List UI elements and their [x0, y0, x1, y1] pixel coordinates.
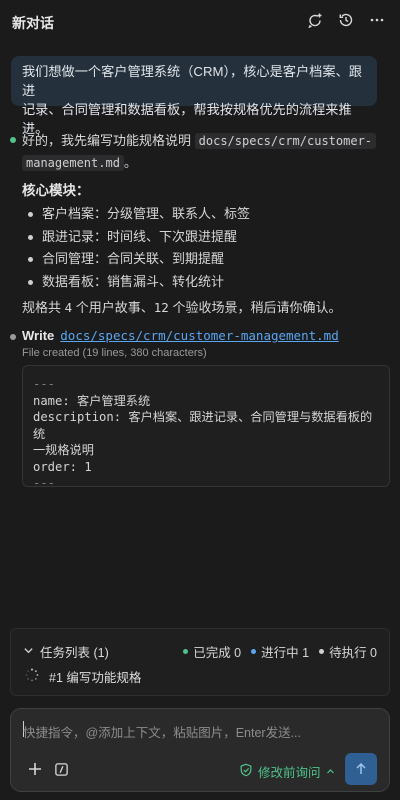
- task-item[interactable]: #1 编写功能规格: [25, 667, 141, 686]
- message-input[interactable]: 快捷指令，@添加上下文，粘贴图片，Enter发送...: [23, 722, 301, 741]
- task-list-title: 任务列表 (1): [40, 646, 109, 660]
- task-panel: 任务列表 (1) 已完成 0 进行中 1 待执行 0 #1 编写功能规格: [10, 628, 390, 696]
- history-icon[interactable]: [337, 11, 355, 29]
- stat-in-progress: 进行中 1: [251, 642, 309, 661]
- stat-in-progress-label: 进行中 1: [261, 646, 310, 660]
- modules-heading: 核心模块：: [22, 183, 90, 198]
- user-message-line: 我们想做一个客户管理系统（CRM），核心是客户档案、跟进: [22, 64, 362, 98]
- scenario-count: 12: [153, 300, 169, 315]
- code-line: ---: [33, 377, 56, 391]
- user-message: 我们想做一个客户管理系统（CRM），核心是客户档案、跟进 记录、合同管理和数据看…: [11, 56, 377, 136]
- header-actions: [306, 11, 386, 29]
- send-button[interactable]: [345, 753, 377, 785]
- command-button[interactable]: [51, 759, 71, 779]
- list-item: 合同管理：合同关联、到期提醒: [26, 248, 250, 271]
- code-line: 一规格说明: [33, 443, 94, 457]
- ask-mode-toggle[interactable]: 修改前询问: [239, 762, 335, 781]
- list-item: 数据看板：销售漏斗、转化统计: [26, 271, 250, 294]
- add-context-button[interactable]: [25, 759, 45, 779]
- code-line: name: 客户管理系统: [33, 393, 151, 408]
- list-item: 跟进记录：时间线、下次跟进提醒: [26, 226, 250, 249]
- inline-code-path: docs/specs/crm/customer-: [194, 133, 377, 149]
- stat-pending: 待执行 0: [319, 642, 377, 661]
- intro-text: 好的，我先编写功能规格说明: [22, 133, 192, 148]
- code-line: description: 客户档案、跟进记录、合同管理与数据看板的统: [33, 410, 373, 441]
- code-preview: --- name: 客户管理系统 description: 客户档案、跟进记录、…: [22, 365, 390, 490]
- spinner-icon: [25, 668, 39, 685]
- assistant-summary: 规格共 4 个用户故事、12 个验收场景，稍后请你确认。: [22, 297, 341, 316]
- assistant-intro: 好的，我先编写功能规格说明 docs/specs/crm/customer- m…: [22, 130, 382, 174]
- ask-mode-label: 修改前询问: [258, 766, 321, 780]
- tool-status-dot: [10, 334, 16, 340]
- tool-status: File created (19 lines, 380 characters): [22, 347, 207, 359]
- task-stats: 已完成 0 进行中 1 待执行 0: [183, 642, 377, 661]
- message-status-dot: [10, 137, 16, 143]
- file-link[interactable]: docs/specs/crm/customer-management.md: [60, 328, 338, 343]
- code-line: order: 1: [33, 459, 92, 474]
- tool-label: Write: [22, 328, 55, 343]
- in-progress-dot: [251, 649, 257, 654]
- modules-list: 客户档案：分级管理、联系人、标签 跟进记录：时间线、下次跟进提醒 合同管理：合同…: [26, 203, 250, 293]
- task-label: #1 编写功能规格: [49, 671, 142, 685]
- chat-header: 新对话: [0, 0, 400, 42]
- composer: 快捷指令，@添加上下文，粘贴图片，Enter发送... 修改前询问: [10, 708, 390, 792]
- done-dot: [183, 649, 189, 654]
- summary-text: 规格共: [22, 300, 65, 315]
- stat-pending-label: 待执行 0: [329, 646, 377, 660]
- shield-check-icon: [239, 763, 253, 780]
- summary-text: 个验收场景，稍后请你确认。: [168, 300, 342, 315]
- chevron-down-icon: [23, 645, 34, 659]
- page-title: 新对话: [12, 15, 54, 31]
- summary-text: 个用户故事、: [72, 300, 154, 315]
- new-chat-icon[interactable]: [306, 11, 324, 29]
- more-icon[interactable]: [368, 11, 386, 29]
- arrow-up-icon: [356, 762, 366, 774]
- write-tool-header: Write docs/specs/crm/customer-management.…: [22, 328, 339, 343]
- list-item: 客户档案：分级管理、联系人、标签: [26, 203, 250, 226]
- pending-dot: [319, 649, 325, 654]
- task-list-toggle[interactable]: 任务列表 (1): [23, 642, 109, 661]
- chevron-up-icon: [326, 765, 335, 779]
- stat-done-label: 已完成 0: [193, 646, 242, 660]
- intro-suffix: 。: [123, 155, 137, 170]
- code-line: ---: [33, 476, 56, 490]
- stat-done: 已完成 0: [183, 642, 241, 661]
- inline-code-path: management.md: [22, 155, 124, 171]
